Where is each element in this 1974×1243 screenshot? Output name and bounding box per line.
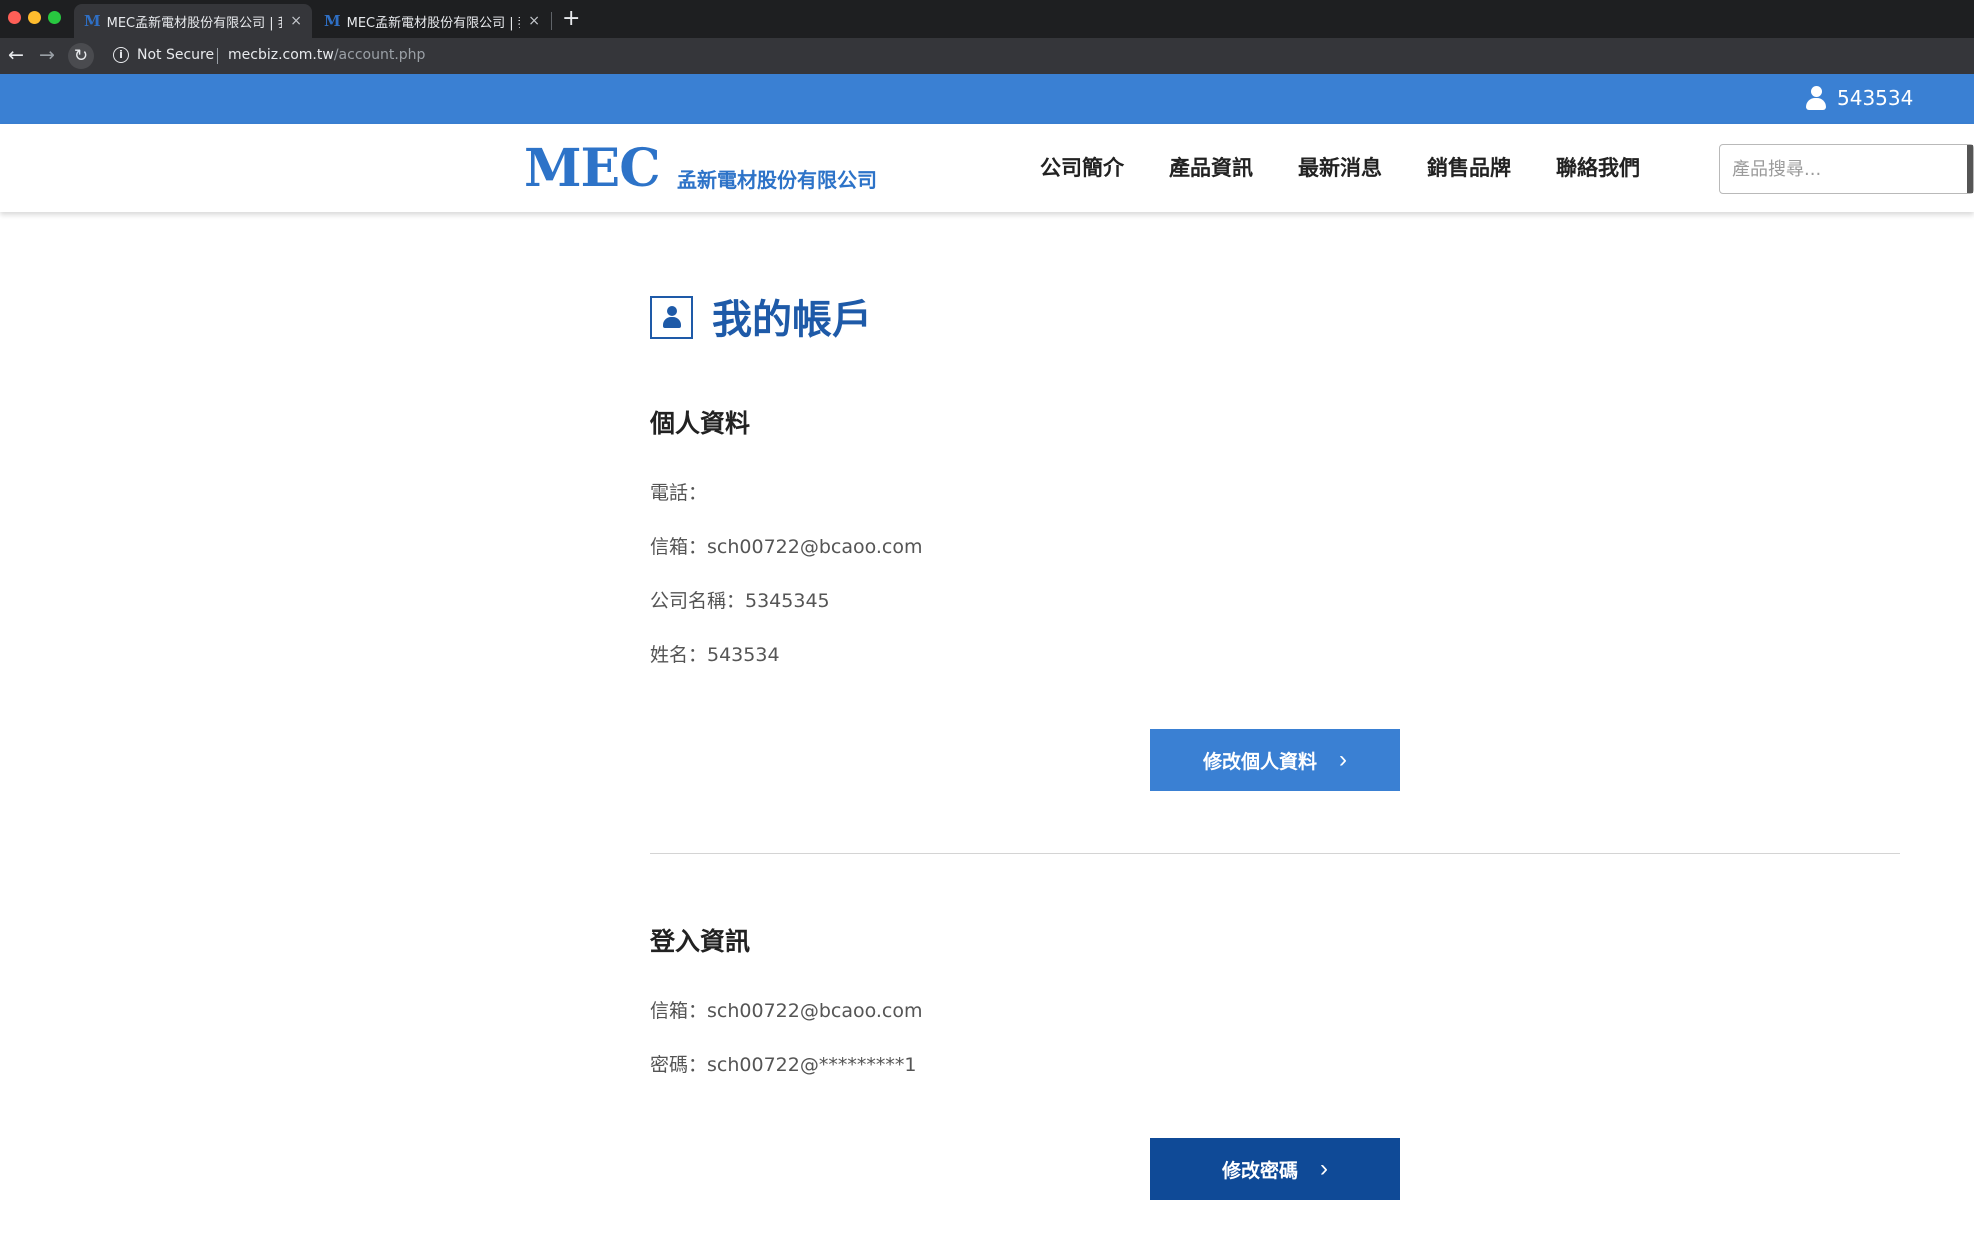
info-icon[interactable]: i: [113, 47, 129, 63]
browser-tab-active[interactable]: M MEC孟新電材股份有限公司 | 我 ×: [74, 4, 312, 38]
page-title: 我的帳戶: [712, 297, 872, 343]
new-tab-button[interactable]: +: [562, 6, 580, 31]
chevron-right-icon: ›: [1339, 746, 1347, 773]
tab-close-icon[interactable]: ×: [528, 13, 540, 29]
reload-icon[interactable]: ↻: [68, 43, 94, 69]
logo-mark[interactable]: MEC: [524, 138, 661, 199]
user-icon[interactable]: [1806, 86, 1826, 112]
tab-title: MEC孟新電材股份有限公司 | 我: [346, 15, 521, 31]
edit-profile-label: 修改個人資料: [1202, 751, 1317, 773]
url-domain: mecbiz.com.tw: [228, 47, 334, 63]
address-bar: ← → ↻ i Not Secure mecbiz.com.tw/account…: [0, 38, 1974, 74]
mec-favicon-icon: M: [84, 12, 101, 30]
nav-item-brands[interactable]: 銷售品牌: [1427, 152, 1511, 182]
change-password-button[interactable]: 修改密碼 ›: [1150, 1138, 1400, 1200]
login-info-heading: 登入資訊: [650, 927, 751, 956]
nav-item-news[interactable]: 最新消息: [1298, 152, 1382, 182]
tab-title: MEC孟新電材股份有限公司 | 我: [106, 15, 283, 31]
email-field: 信箱：sch00722@bcaoo.com: [650, 536, 923, 558]
section-divider: [650, 853, 1900, 854]
security-label[interactable]: Not Secure: [137, 47, 214, 63]
minimize-window-button[interactable]: [28, 11, 41, 24]
browser-tab[interactable]: M MEC孟新電材股份有限公司 | 我 ×: [314, 4, 550, 38]
tab-close-icon[interactable]: ×: [290, 13, 302, 29]
product-search-box: [1719, 144, 1974, 194]
logo-company-name[interactable]: 孟新電材股份有限公司: [677, 164, 877, 193]
close-window-button[interactable]: [8, 11, 21, 24]
url-path: /account.php: [333, 47, 426, 63]
name-field: 姓名：543534: [650, 644, 780, 666]
login-email-field: 信箱：sch00722@bcaoo.com: [650, 1000, 923, 1022]
search-button[interactable]: [1967, 145, 1973, 193]
personal-info-heading: 個人資料: [650, 409, 751, 438]
site-top-bar: 543534: [0, 74, 1974, 124]
site-header: MEC 孟新電材股份有限公司 公司簡介 產品資訊 最新消息 銷售品牌 聯絡我們: [0, 124, 1974, 212]
url-separator: [217, 48, 218, 64]
back-arrow-icon[interactable]: ←: [8, 44, 24, 66]
password-field: 密碼：sch00722@*********1: [650, 1054, 917, 1076]
forward-arrow-icon[interactable]: →: [39, 44, 55, 66]
url-field[interactable]: mecbiz.com.tw/account.php: [228, 47, 425, 63]
edit-profile-button[interactable]: 修改個人資料 ›: [1150, 729, 1400, 791]
company-field: 公司名稱：5345345: [650, 590, 830, 612]
product-search-input[interactable]: [1720, 145, 1973, 193]
main-nav: 公司簡介 產品資訊 最新消息 銷售品牌 聯絡我們: [1040, 152, 1685, 182]
mec-favicon-icon: M: [324, 12, 341, 30]
nav-item-products[interactable]: 產品資訊: [1169, 152, 1253, 182]
nav-item-contact[interactable]: 聯絡我們: [1556, 152, 1640, 182]
account-icon: [650, 296, 693, 339]
nav-item-about[interactable]: 公司簡介: [1040, 152, 1124, 182]
chevron-right-icon: ›: [1320, 1155, 1328, 1182]
tab-separator: [551, 12, 552, 30]
account-username-link[interactable]: 543534: [1837, 86, 1913, 110]
change-password-label: 修改密碼: [1221, 1160, 1298, 1182]
maximize-window-button[interactable]: [48, 11, 61, 24]
phone-field: 電話：: [650, 482, 708, 504]
browser-tab-bar: M MEC孟新電材股份有限公司 | 我 × M MEC孟新電材股份有限公司 | …: [0, 0, 1974, 38]
